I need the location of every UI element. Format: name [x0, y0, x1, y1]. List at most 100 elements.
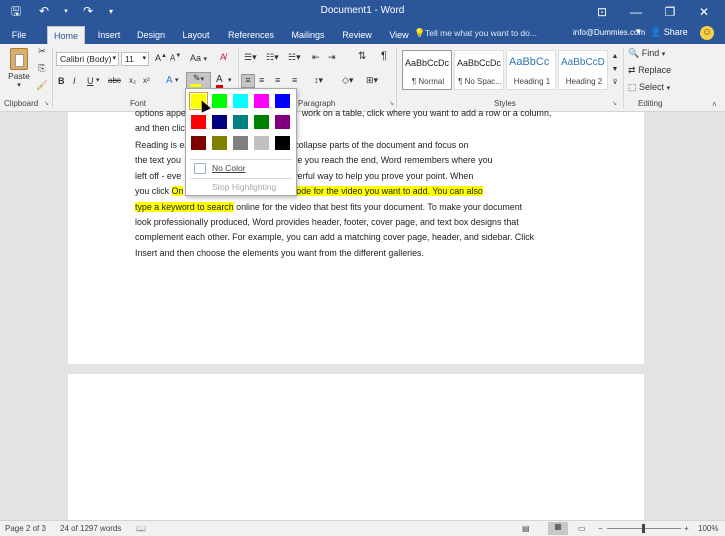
color-swatch[interactable]: [232, 93, 249, 109]
color-swatch[interactable]: [190, 114, 207, 130]
chevron-down-icon: ▾: [666, 85, 671, 92]
share-button[interactable]: 👤 Share: [650, 27, 688, 38]
strikethrough-icon[interactable]: abc: [108, 76, 121, 85]
grow-font-icon[interactable]: A▲: [155, 53, 167, 63]
text-effects-icon[interactable]: A: [166, 75, 173, 86]
increase-indent-icon[interactable]: ⇥: [328, 52, 336, 63]
color-swatch[interactable]: [253, 135, 270, 151]
zoom-slider-thumb[interactable]: [642, 524, 645, 533]
color-swatch[interactable]: [211, 135, 228, 151]
page-count[interactable]: Page 2 of 3: [5, 524, 46, 533]
print-layout-icon[interactable]: ▦: [548, 522, 568, 535]
text-run: look professionally produced, Word provi…: [135, 216, 519, 227]
font-color-icon[interactable]: A: [216, 75, 223, 88]
tab-design[interactable]: Design: [132, 26, 170, 44]
align-center-icon[interactable]: ≡: [259, 75, 264, 85]
chevron-down-icon[interactable]: ▾: [228, 76, 232, 84]
tab-mailings[interactable]: Mailings: [286, 26, 330, 44]
multilevel-list-icon[interactable]: ☵▾: [288, 52, 301, 63]
font-name-combo[interactable]: Calibri (Body) ▾: [56, 52, 119, 66]
page[interactable]: [68, 374, 644, 520]
decrease-indent-icon[interactable]: ⇤: [312, 52, 320, 63]
editing-group-label: Editing: [638, 99, 663, 108]
feedback-smiley-icon[interactable]: ☺: [700, 26, 714, 40]
color-swatch[interactable]: [274, 135, 291, 151]
dialog-launcher-icon[interactable]: ↘: [612, 100, 617, 107]
change-case-button[interactable]: Aa ▾: [190, 53, 207, 63]
web-layout-icon[interactable]: ▭: [578, 524, 586, 533]
italic-icon[interactable]: I: [73, 76, 76, 86]
color-swatch[interactable]: [253, 93, 270, 109]
color-swatch[interactable]: [211, 114, 228, 130]
sort-icon[interactable]: ⇅: [358, 51, 366, 62]
no-color-item[interactable]: No Color: [188, 160, 294, 176]
zoom-out-button[interactable]: −: [598, 524, 603, 533]
style-heading-1[interactable]: AaBbCc Heading 1: [506, 50, 556, 90]
tab-view[interactable]: View: [383, 26, 415, 44]
style-no-spacing[interactable]: AaBbCcDc ¶ No Spac...: [454, 50, 504, 90]
tab-references[interactable]: References: [224, 26, 278, 44]
minimize-icon[interactable]: —: [619, 2, 653, 22]
ribbon-display-icon[interactable]: ⊡: [585, 2, 619, 22]
read-mode-icon[interactable]: ▤: [522, 524, 530, 533]
style-name: ¶ No Spac...: [458, 77, 502, 86]
show-formatting-icon[interactable]: ¶: [381, 50, 387, 62]
replace-button[interactable]: ⇄ Replace: [628, 65, 671, 76]
proofing-icon[interactable]: 📖: [136, 524, 146, 533]
stop-highlighting-item[interactable]: Stop Highlighting: [188, 179, 294, 195]
color-swatch[interactable]: [190, 135, 207, 151]
cut-icon[interactable]: ✂: [36, 46, 48, 57]
format-painter-icon[interactable]: 🖌: [36, 80, 48, 91]
account-dropdown-icon[interactable]: ▾: [636, 26, 641, 37]
color-swatch[interactable]: [211, 93, 228, 109]
select-button[interactable]: ⬚ Select ▾: [628, 82, 670, 93]
highlight-color-button[interactable]: ✎▾: [186, 72, 211, 89]
chevron-down-icon[interactable]: ▾: [96, 76, 100, 84]
page[interactable]: options appear work on a table, click whe…: [68, 108, 644, 364]
zoom-slider[interactable]: [607, 524, 681, 533]
numbering-icon[interactable]: ☷▾: [266, 52, 279, 63]
close-icon[interactable]: ✕: [687, 2, 721, 22]
subscript-icon[interactable]: x₂: [129, 76, 136, 85]
chevron-down-icon[interactable]: ▾: [175, 76, 179, 84]
line-spacing-icon[interactable]: ↕▾: [314, 75, 323, 86]
zoom-level[interactable]: 100%: [698, 524, 718, 533]
tab-file[interactable]: File: [6, 26, 32, 44]
paste-button[interactable]: Paste ▾: [6, 48, 32, 89]
bullets-icon[interactable]: ☰▾: [244, 52, 257, 63]
text-line: complement each other. For example, you …: [135, 230, 570, 245]
color-swatch[interactable]: [253, 114, 270, 130]
font-size-combo[interactable]: 11 ▾: [121, 52, 149, 66]
collapse-ribbon-icon[interactable]: ˄: [712, 100, 717, 109]
dialog-launcher-icon[interactable]: ↘: [44, 100, 49, 107]
bold-icon[interactable]: B: [58, 76, 65, 86]
color-swatch[interactable]: [232, 114, 249, 130]
zoom-in-button[interactable]: +: [684, 524, 689, 533]
tell-me-box[interactable]: Tell me what you want to do...: [425, 28, 537, 38]
styles-gallery-scroll[interactable]: ▲ ▼ ⊽: [610, 50, 620, 90]
borders-icon[interactable]: ⊞▾: [366, 75, 378, 86]
word-count[interactable]: 24 of 1297 words: [60, 524, 121, 533]
shrink-font-icon[interactable]: A▼: [170, 53, 181, 63]
color-swatch[interactable]: [274, 114, 291, 130]
justify-icon[interactable]: ≡: [292, 75, 297, 85]
align-right-icon[interactable]: ≡: [275, 75, 280, 85]
clear-formatting-icon[interactable]: A̸: [220, 52, 226, 62]
align-left-icon[interactable]: ≡: [241, 74, 255, 88]
text-run: the text you: [135, 155, 181, 166]
find-button[interactable]: 🔍 Find ▾: [628, 48, 665, 59]
color-swatch[interactable]: [232, 135, 249, 151]
tab-review[interactable]: Review: [338, 26, 376, 44]
underline-icon[interactable]: U: [87, 76, 94, 86]
shading-icon[interactable]: ◇▾: [342, 75, 353, 86]
copy-icon[interactable]: ⎘: [36, 63, 48, 74]
account-name[interactable]: info@Dummies.com: [573, 28, 645, 37]
style-heading-2[interactable]: AaBbCcD Heading 2: [558, 50, 608, 90]
tab-insert[interactable]: Insert: [92, 26, 126, 44]
style-normal[interactable]: AaBbCcDc ¶ Normal: [402, 50, 452, 90]
maximize-icon[interactable]: ❐: [653, 2, 687, 22]
superscript-icon[interactable]: x²: [143, 76, 150, 85]
color-swatch[interactable]: [274, 93, 291, 109]
tab-home[interactable]: Home: [47, 26, 85, 44]
tab-layout[interactable]: Layout: [177, 26, 215, 44]
